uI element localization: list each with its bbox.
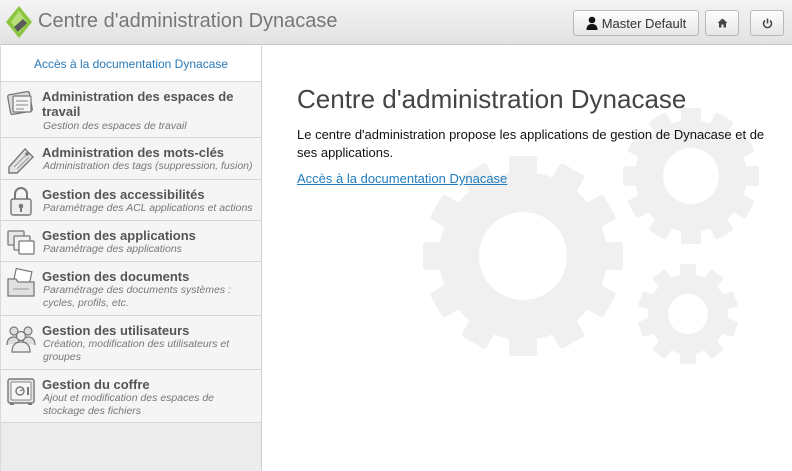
sidebar-item-title: Administration des mots-clés [42, 145, 225, 160]
sidebar-doc-link[interactable]: Accès à la documentation Dynacase [1, 46, 261, 82]
header: Centre d'administration Dynacase Master … [0, 0, 792, 45]
sidebar-item-title: Gestion des documents [42, 269, 190, 284]
sidebar: Accès à la documentation Dynacase Admini… [0, 46, 262, 471]
sidebar-item-desc: Création, modification des utilisateurs … [43, 338, 230, 363]
main-doc-link[interactable]: Accès à la documentation Dynacase [297, 171, 507, 186]
home-icon [717, 18, 727, 28]
applications-icon [7, 230, 35, 255]
sidebar-item-workspaces[interactable]: Administration des espaces de travail Ge… [1, 82, 261, 138]
documents-icon [7, 267, 35, 297]
app-title: Centre d'administration Dynacase [38, 10, 338, 32]
workspace-icon [7, 90, 33, 116]
power-button[interactable] [750, 10, 784, 36]
lock-icon [10, 187, 32, 216]
safe-icon [7, 378, 35, 405]
tag-icon [8, 147, 34, 174]
users-icon [6, 326, 36, 353]
sidebar-item-vault[interactable]: Gestion du coffre Ajout et modification … [1, 370, 261, 423]
power-icon [762, 18, 772, 28]
sidebar-item-title: Administration des espaces de travail [42, 89, 234, 119]
sidebar-item-desc: Paramétrage des ACL applications et acti… [43, 202, 253, 214]
sidebar-item-tags[interactable]: Administration des mots-clés Administrat… [1, 138, 261, 180]
dynacase-logo-icon [6, 6, 32, 38]
sidebar-item-desc: Paramétrage des applications [43, 243, 182, 255]
sidebar-item-title: Gestion des utilisateurs [42, 323, 190, 338]
page-title: Centre d'administration Dynacase [297, 84, 687, 114]
page-description: Le centre d'administration propose les a… [297, 127, 765, 160]
home-button[interactable] [705, 10, 739, 36]
sidebar-item-desc: Paramétrage des documents systèmes : cyc… [43, 284, 231, 309]
sidebar-item-title: Gestion des applications [42, 228, 196, 243]
sidebar-item-accessibilities[interactable]: Gestion des accessibilités Paramétrage d… [1, 180, 261, 221]
sidebar-item-desc: Administration des tags (suppression, fu… [43, 160, 253, 172]
sidebar-item-title: Gestion du coffre [42, 377, 150, 392]
sidebar-item-users[interactable]: Gestion des utilisateurs Création, modif… [1, 316, 261, 370]
sidebar-item-desc: Ajout et modification des espaces de sto… [43, 392, 215, 417]
sidebar-item-title: Gestion des accessibilités [42, 187, 205, 202]
sidebar-item-desc: Gestion des espaces de travail [43, 120, 187, 132]
user-button[interactable]: Master Default [573, 10, 699, 36]
sidebar-item-applications[interactable]: Gestion des applications Paramétrage des… [1, 221, 261, 262]
main-content: Centre d'administration Dynacase Le cent… [263, 46, 792, 471]
user-icon [586, 16, 598, 30]
user-name: Master Default [601, 15, 687, 31]
sidebar-item-documents[interactable]: Gestion des documents Paramétrage des do… [1, 262, 261, 316]
